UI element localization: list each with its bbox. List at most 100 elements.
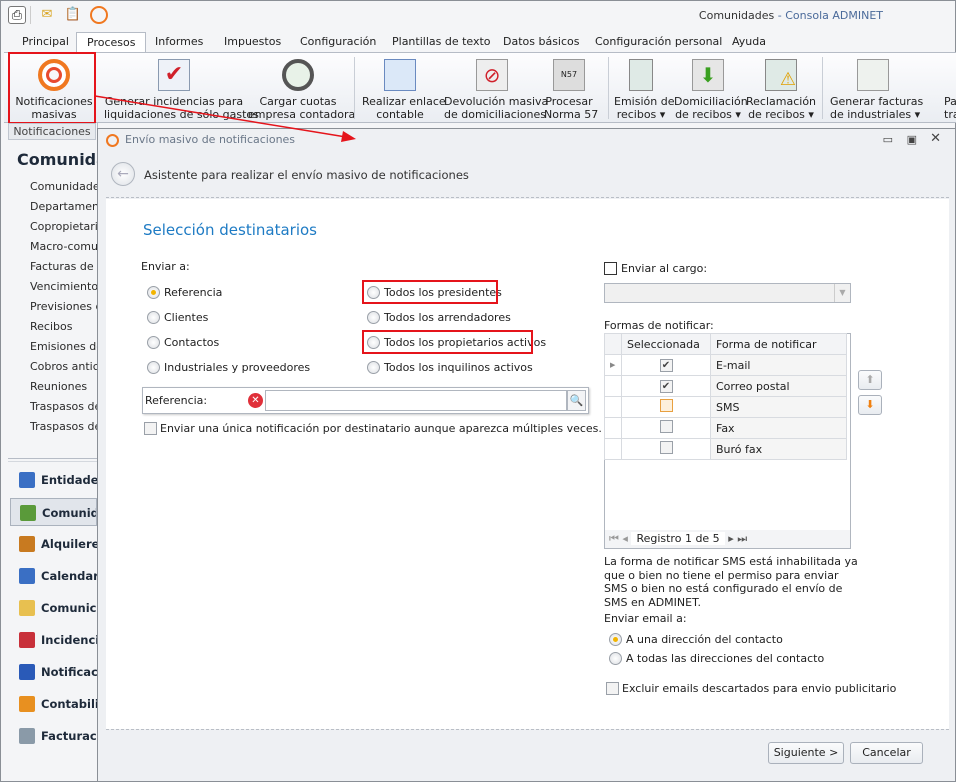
nav-item[interactable]: Cobros anticipados [30, 360, 97, 373]
move-up-button[interactable]: ⬆ [858, 370, 882, 390]
tab-ayuda[interactable]: Ayuda [722, 32, 776, 53]
nav-item[interactable]: Previsiones de [30, 300, 97, 313]
recipient-radio[interactable] [147, 336, 160, 349]
back-button[interactable]: ← [111, 162, 135, 186]
mail-icon[interactable]: ✉ [38, 6, 56, 24]
grid-row[interactable]: Buró fax [604, 438, 847, 460]
search-icon[interactable]: 🔍 [567, 390, 586, 411]
clipboard-icon[interactable]: 📋 [64, 6, 82, 24]
recipient-option-label[interactable]: Contactos [164, 336, 219, 349]
unique-notification-checkbox[interactable] [144, 422, 157, 435]
row-select-checkbox[interactable]: ✔ [659, 359, 673, 372]
row-select-checkbox[interactable] [659, 441, 673, 454]
formas-label: Formas de notificar: [604, 319, 714, 332]
row-select-checkbox[interactable] [659, 420, 673, 433]
cargo-select[interactable]: ▼ [604, 283, 851, 303]
last-record-icon[interactable]: ⏭ [737, 532, 747, 545]
grid-row[interactable]: SMS [604, 396, 847, 418]
nav-item[interactable]: Macro-comunidades [30, 240, 97, 253]
recipient-option-label[interactable]: Referencia [164, 286, 222, 299]
email-radio[interactable] [609, 652, 622, 665]
email-option-label[interactable]: A una dirección del contacto [626, 633, 783, 646]
grid-row[interactable]: ✔ Correo postal [604, 375, 847, 397]
tab-informes[interactable]: Informes [145, 32, 213, 53]
nav-item[interactable]: Recibos [30, 320, 97, 333]
nav-module[interactable]: Facturación [10, 722, 97, 750]
close-icon[interactable]: ✕ [930, 131, 941, 146]
print-icon[interactable]: ⎙ [8, 6, 26, 24]
minimize-icon[interactable]: ▭ [883, 133, 893, 146]
recipient-option-label[interactable]: Clientes [164, 311, 208, 324]
email-radio[interactable] [609, 633, 622, 646]
emision-recibos-button[interactable]: Emisión de recibos ▾ [614, 55, 674, 121]
domiciliacion-recibos-button[interactable]: ⬇ Domiciliación de recibos ▾ [674, 55, 748, 121]
nav-module[interactable]: Comunidades [10, 498, 97, 526]
nav-module[interactable]: Notificaciones [10, 658, 97, 686]
generar-facturas-button[interactable]: Generar facturas de industriales ▾ [830, 55, 923, 121]
transferencias-button[interactable]: Patransf [924, 55, 956, 121]
maximize-icon[interactable]: ▣ [907, 133, 917, 146]
nav-item[interactable]: Departamentos [30, 200, 97, 213]
dialog-envio-masivo: Envío masivo de notificaciones ▭ ▣ ✕ ← A… [97, 128, 956, 782]
recipient-option-label[interactable]: Todos los inquilinos activos [384, 361, 533, 374]
reference-input[interactable] [265, 390, 567, 411]
tab-principal[interactable]: Principal [12, 32, 79, 53]
nav-module[interactable]: Entidades [10, 466, 97, 494]
realizar-enlace-button[interactable]: Realizar enlace contable [362, 55, 446, 121]
column-header[interactable]: Seleccionada [621, 333, 711, 355]
recipient-radio[interactable] [367, 311, 380, 324]
nav-item[interactable]: Traspasos de [30, 420, 97, 433]
row-select-checkbox[interactable]: ✔ [659, 380, 673, 393]
tab-plantillas[interactable]: Plantillas de texto [382, 32, 501, 53]
tab-datos-basicos[interactable]: Datos básicos [493, 32, 590, 53]
generar-incidencias-button[interactable]: ✔ Generar incidencias para liquidaciones … [104, 55, 259, 121]
unique-notification-label: Enviar una única notificación por destin… [160, 422, 602, 435]
recipient-option-label[interactable]: Todos los arrendadores [384, 311, 511, 324]
nav-module[interactable]: Comunicaciones [10, 594, 97, 622]
nav-item[interactable]: Facturas de industriales [30, 260, 97, 273]
recipient-radio[interactable] [147, 361, 160, 374]
grid-row[interactable]: Fax [604, 417, 847, 439]
recipient-radio[interactable] [147, 311, 160, 324]
broadcast-icon[interactable] [90, 6, 108, 24]
forma-name: Fax [710, 417, 847, 439]
first-record-icon[interactable]: ⏮ [605, 532, 619, 545]
next-record-icon[interactable]: ▸ [728, 532, 734, 545]
ribbon-group-label: Notificaciones [8, 123, 96, 140]
email-option-label[interactable]: A todas las direcciones del contacto [626, 652, 824, 665]
nav-module[interactable]: Alquileres [10, 530, 97, 558]
send-to-cargo-checkbox[interactable] [604, 262, 617, 275]
grid-row[interactable]: ▶ ✔ E-mail [604, 354, 847, 376]
nav-item[interactable]: Vencimientos [30, 280, 97, 293]
devolucion-masiva-button[interactable]: ⊘ Devolución masiva de domiciliaciones [444, 55, 548, 121]
recipient-option-label[interactable]: Industriales y proveedores [164, 361, 310, 374]
move-down-button[interactable]: ⬇ [858, 395, 882, 415]
clear-icon[interactable]: ✕ [248, 393, 263, 408]
procesar-norma57-button[interactable]: N57 Procesar Norma 57 [544, 55, 598, 121]
tab-configuracion[interactable]: Configuración [290, 32, 386, 53]
nav-module[interactable]: Calendario [10, 562, 97, 590]
nav-item[interactable]: Copropietarios [30, 220, 97, 233]
exclude-emails-label: Excluir emails descartados para envio pu… [622, 682, 897, 695]
exclude-emails-checkbox[interactable] [606, 682, 619, 695]
reclamacion-recibos-button[interactable]: ⚠ Reclamación de recibos ▾ [746, 55, 816, 121]
cargar-cuotas-button[interactable]: Cargar cuotas empresa contadora [248, 55, 355, 121]
nav-item[interactable]: Reuniones [30, 380, 97, 393]
chevron-down-icon[interactable]: ▼ [834, 284, 850, 302]
row-select-checkbox[interactable] [659, 399, 673, 412]
nav-item[interactable]: Traspasos de [30, 400, 97, 413]
cancel-button[interactable]: Cancelar [850, 742, 923, 764]
tab-impuestos[interactable]: Impuestos [214, 32, 291, 53]
nav-item[interactable]: Emisiones de recibos [30, 340, 97, 353]
tab-configuracion-personal[interactable]: Configuración personal [585, 32, 732, 53]
next-button[interactable]: Siguiente > [768, 742, 844, 764]
nav-item[interactable]: Comunidades [30, 180, 97, 193]
nav-module[interactable]: Contabilidad [10, 690, 97, 718]
prev-record-icon[interactable]: ◂ [622, 532, 628, 545]
nav-module[interactable]: Incidencias [10, 626, 97, 654]
recipient-radio[interactable] [367, 361, 380, 374]
tab-procesos[interactable]: Procesos [76, 32, 147, 54]
nav-splitter[interactable] [8, 458, 97, 462]
recipient-radio[interactable] [147, 286, 160, 299]
column-header[interactable]: Forma de notificar [710, 333, 847, 355]
